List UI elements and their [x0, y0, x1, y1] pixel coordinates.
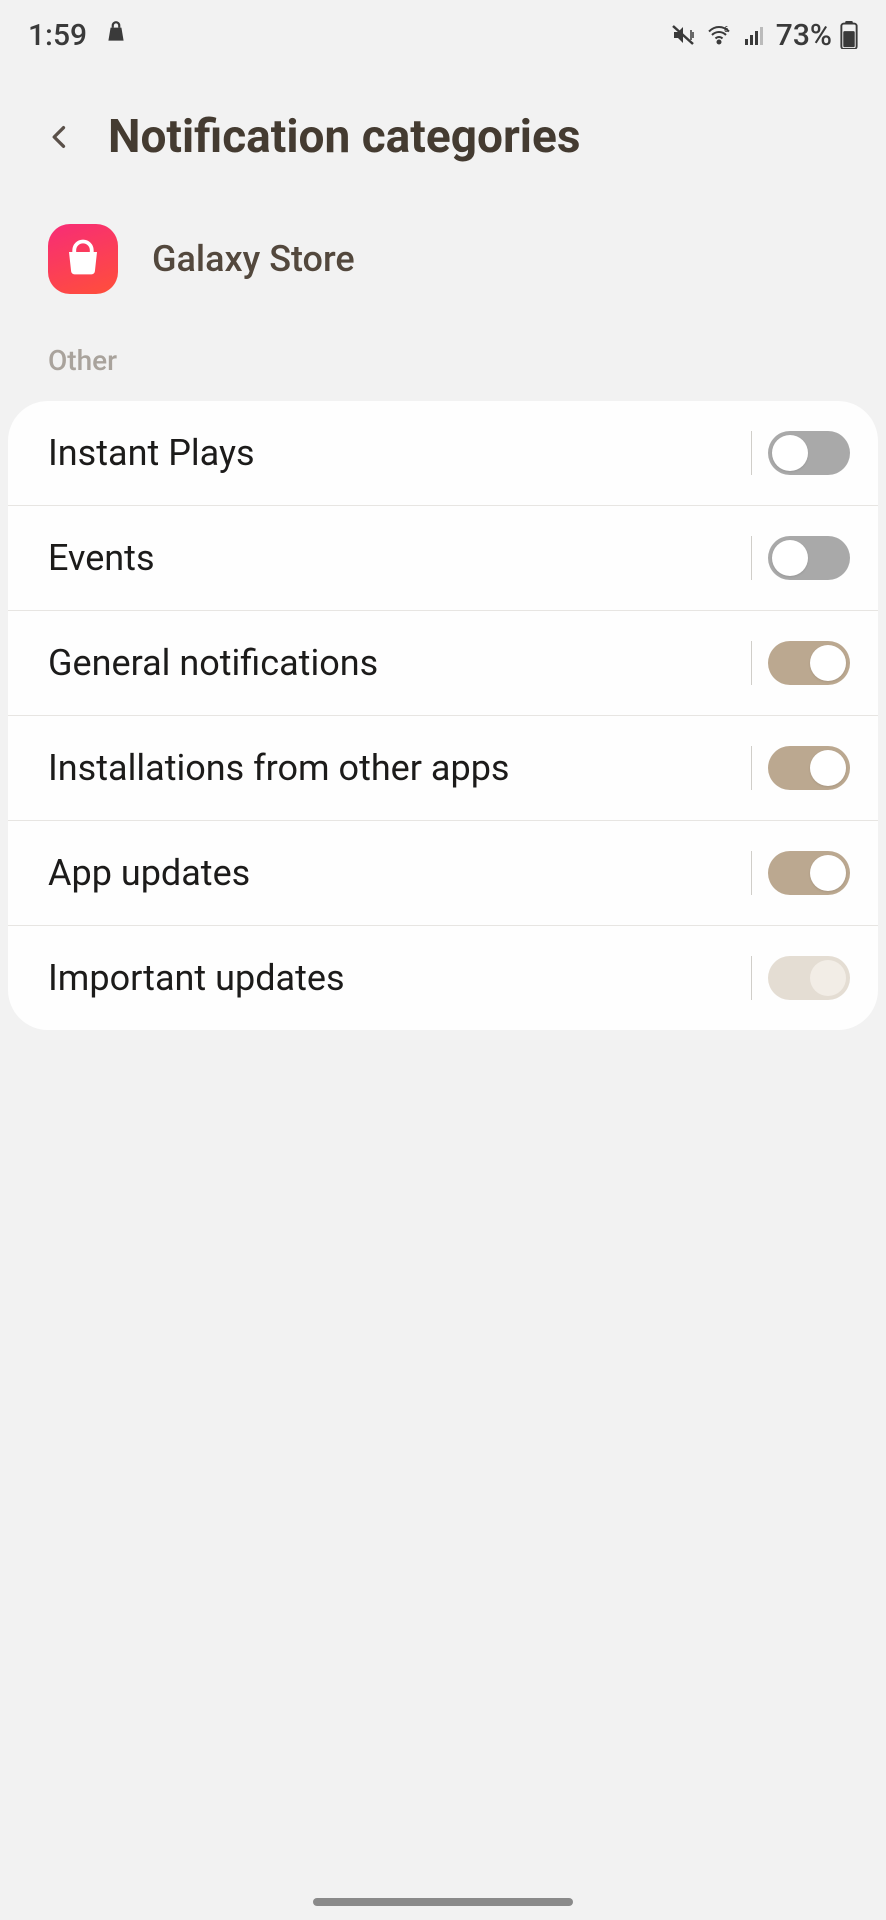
toggle-installations-other-apps[interactable]	[768, 746, 850, 790]
toggle-instant-plays[interactable]	[768, 431, 850, 475]
divider	[751, 536, 752, 580]
status-right: 6 73%	[670, 18, 858, 53]
page-header: Notification categories	[0, 70, 886, 204]
category-label: Installations from other apps	[48, 747, 510, 789]
mute-vibrate-icon	[670, 23, 696, 47]
status-time: 1:59	[28, 18, 87, 53]
battery-percent: 73%	[776, 18, 832, 53]
galaxy-store-icon	[48, 224, 118, 294]
category-label: Instant Plays	[48, 432, 255, 474]
page-title: Notification categories	[108, 110, 580, 164]
category-row-important-updates[interactable]: Important updates	[8, 926, 878, 1030]
divider	[751, 431, 752, 475]
category-label: Important updates	[48, 957, 345, 999]
category-row-events[interactable]: Events	[8, 506, 878, 611]
battery-icon	[840, 21, 858, 49]
app-info-row[interactable]: Galaxy Store	[0, 204, 886, 334]
toggle-important-updates[interactable]	[768, 956, 850, 1000]
app-name: Galaxy Store	[152, 238, 355, 280]
section-header-other: Other	[0, 334, 886, 401]
back-button[interactable]	[40, 117, 80, 157]
category-row-installations-other-apps[interactable]: Installations from other apps	[8, 716, 878, 821]
chevron-left-icon	[46, 117, 74, 157]
category-label: Events	[48, 537, 155, 579]
bag-icon	[103, 18, 129, 53]
toggle-events[interactable]	[768, 536, 850, 580]
category-row-general-notifications[interactable]: General notifications	[8, 611, 878, 716]
divider	[751, 641, 752, 685]
svg-text:6: 6	[724, 25, 729, 34]
signal-icon	[742, 23, 768, 47]
notification-categories-list: Instant Plays Events General notificatio…	[8, 401, 878, 1030]
status-bar: 1:59 6 73%	[0, 0, 886, 70]
category-row-app-updates[interactable]: App updates	[8, 821, 878, 926]
toggle-app-updates[interactable]	[768, 851, 850, 895]
toggle-general-notifications[interactable]	[768, 641, 850, 685]
divider	[751, 956, 752, 1000]
wifi-icon: 6	[704, 23, 734, 47]
category-label: App updates	[48, 852, 250, 894]
divider	[751, 746, 752, 790]
home-indicator[interactable]	[313, 1898, 573, 1906]
divider	[751, 851, 752, 895]
status-left: 1:59	[28, 18, 129, 53]
category-label: General notifications	[48, 642, 378, 684]
category-row-instant-plays[interactable]: Instant Plays	[8, 401, 878, 506]
